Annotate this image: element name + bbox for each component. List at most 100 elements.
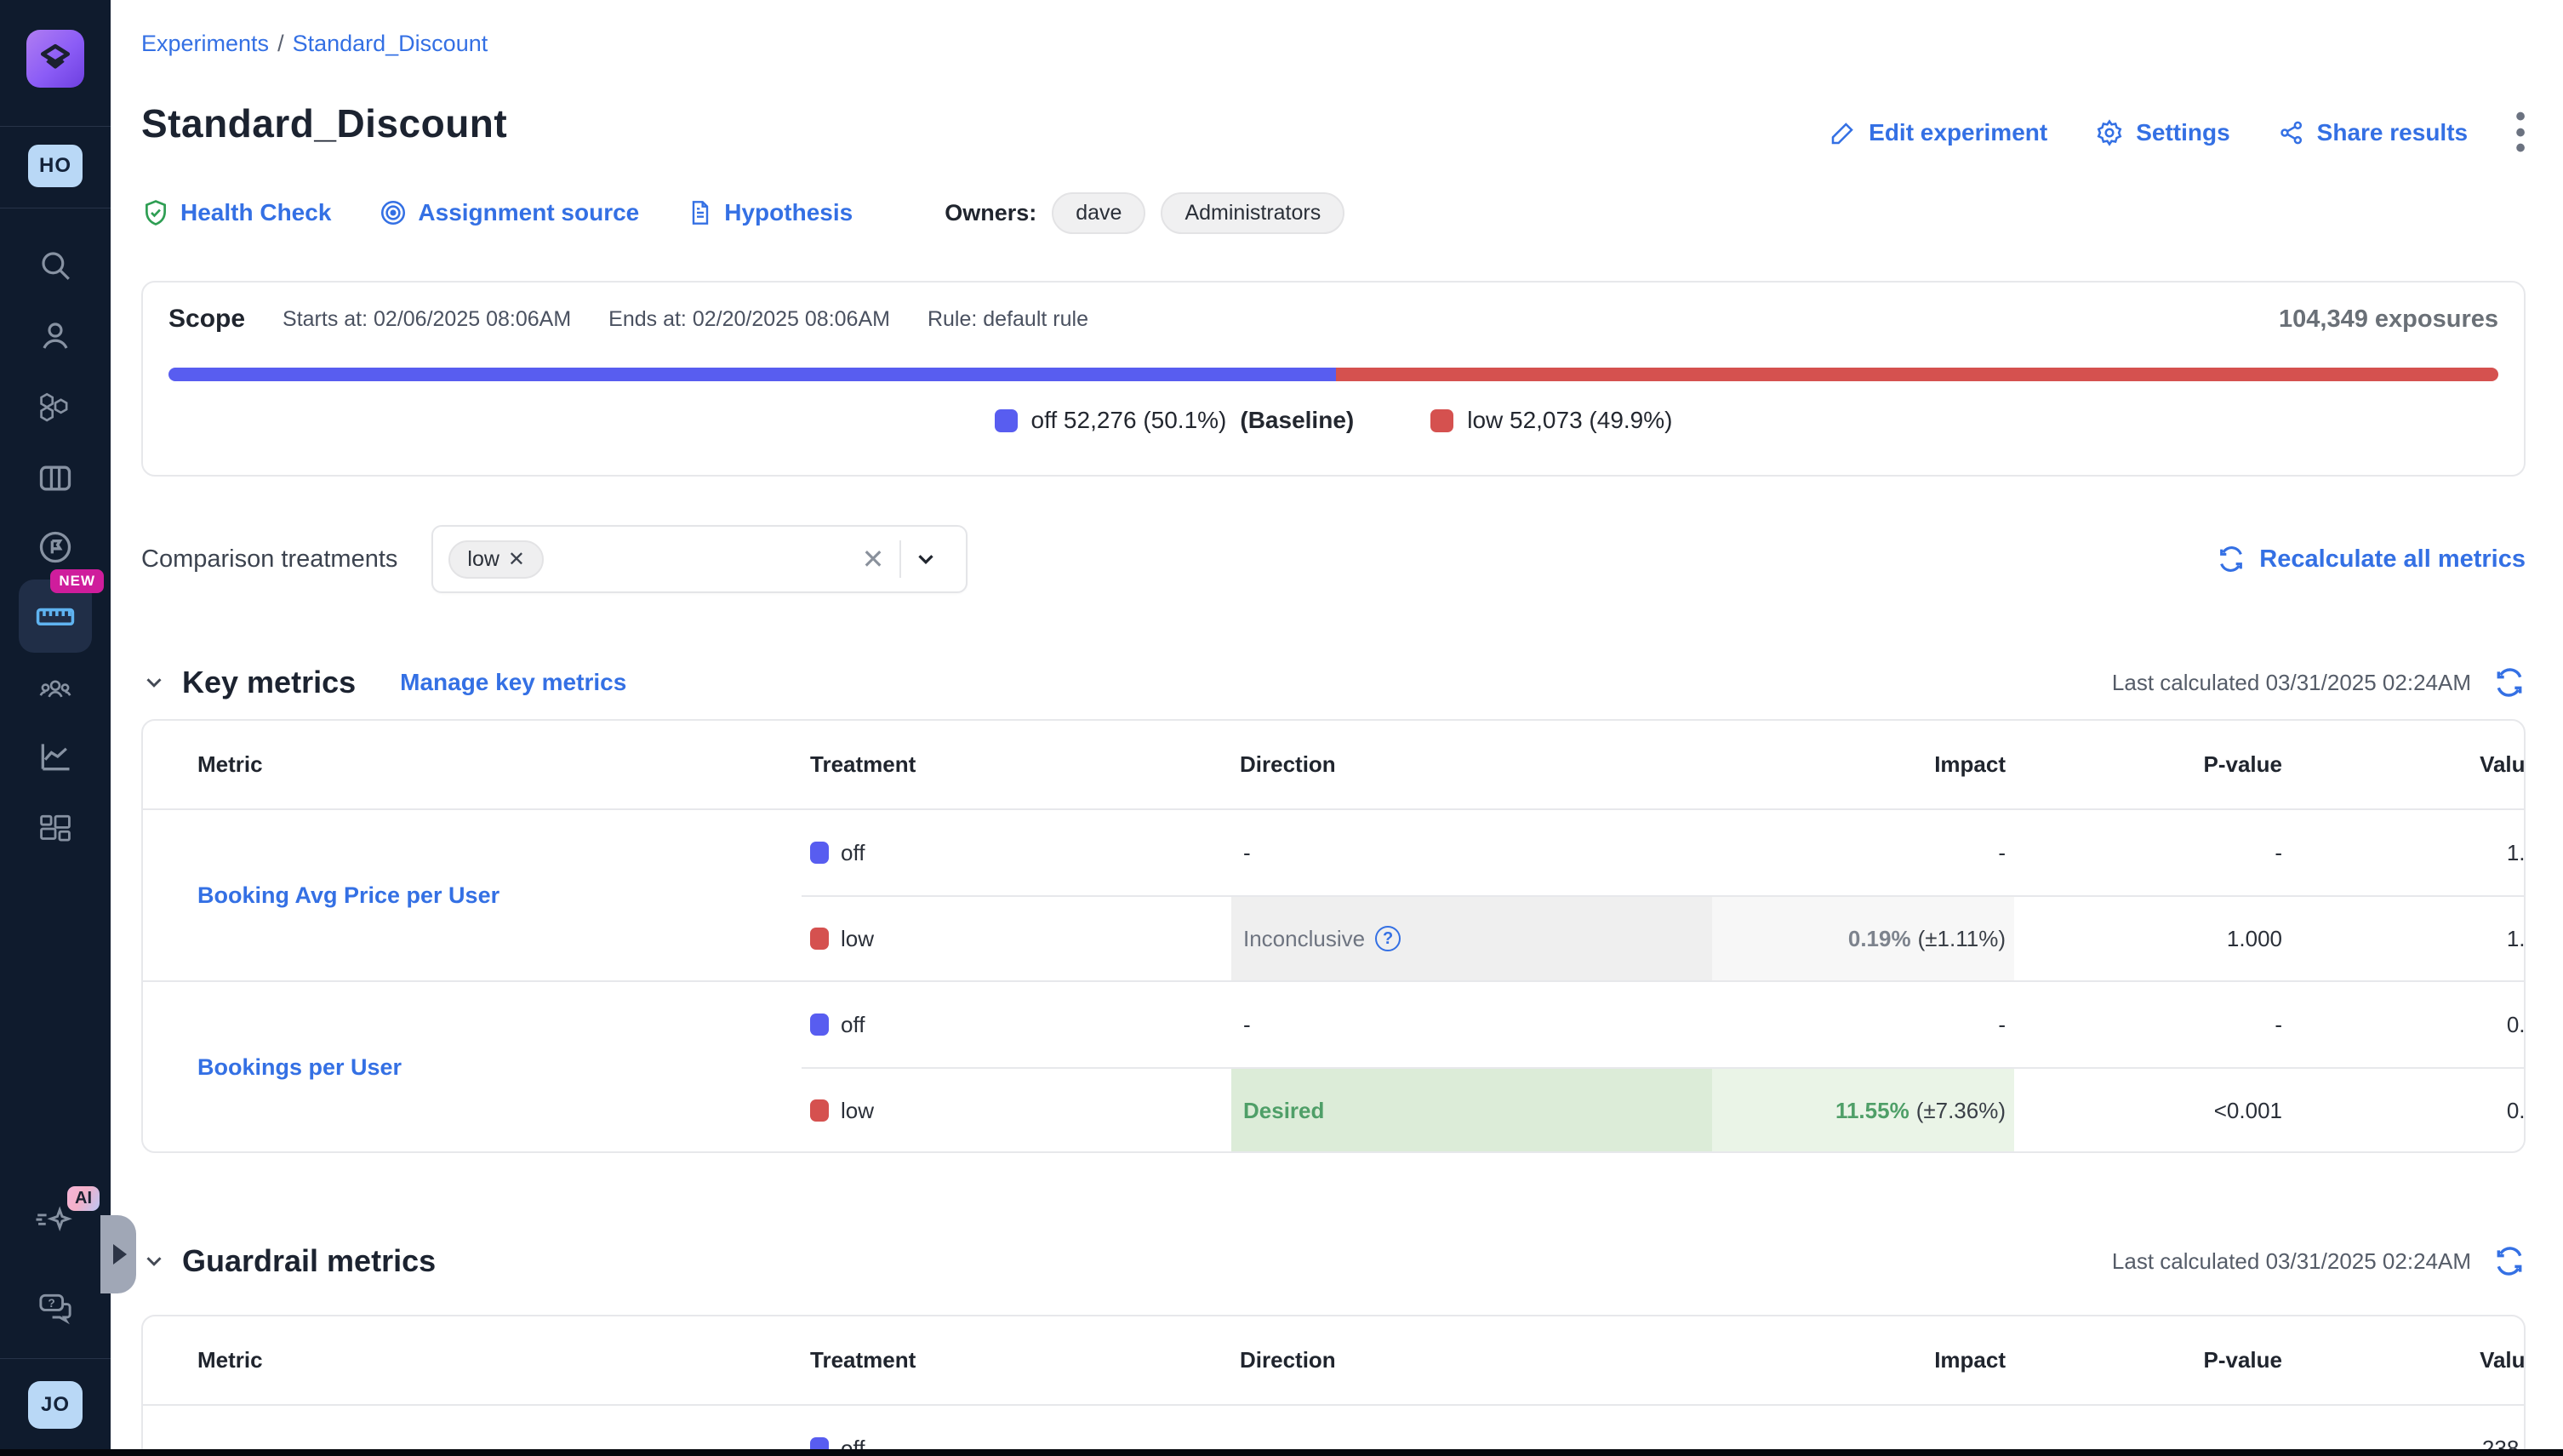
treatment-row-low: lowDesired11.55%(±7.36%)<0.0010.1: [802, 1067, 2526, 1152]
play-flag-icon: [37, 528, 74, 566]
scope-card: Scope Starts at: 02/06/2025 08:06AM Ends…: [141, 281, 2526, 477]
treatment-row-off: off---1.0: [802, 810, 2526, 895]
sidebar-item-search[interactable]: [0, 242, 111, 289]
treatment-cell: off: [802, 810, 1231, 895]
workspace-switcher[interactable]: HO: [0, 136, 111, 196]
collapse-section-icon[interactable]: [141, 670, 167, 695]
owner-chip-administrators[interactable]: Administrators: [1161, 192, 1344, 234]
column-header-treatment: Treatment: [802, 751, 1231, 778]
treatment-name: low: [841, 926, 874, 952]
direction-cell: -: [1231, 982, 1712, 1067]
expand-arrow-icon: [113, 1244, 127, 1265]
settings-label: Settings: [2136, 119, 2229, 146]
sidebar-item-feature-gates[interactable]: [0, 383, 111, 431]
legend-text: low 52,073 (49.9%): [1467, 407, 1672, 434]
share-results-label: Share results: [2317, 119, 2468, 146]
sidebar-item-audiences[interactable]: [0, 665, 111, 712]
pencil-icon: [1829, 119, 1857, 146]
health-check-link[interactable]: Health Check: [141, 198, 331, 227]
sidebar-item-users[interactable]: [0, 312, 111, 360]
help-icon[interactable]: ?: [1375, 926, 1401, 951]
recalculate-all-metrics-button[interactable]: Recalculate all metrics: [2217, 545, 2526, 574]
breadcrumb-experiments[interactable]: Experiments: [141, 31, 269, 56]
share-results-button[interactable]: Share results: [2278, 119, 2468, 146]
user-icon: [37, 318, 73, 354]
comparison-treatments-select[interactable]: low ✕ ✕: [431, 525, 968, 593]
share-icon: [2278, 119, 2305, 146]
allocation-segment-off: [168, 368, 1336, 381]
treatment-name: off: [841, 1012, 865, 1038]
more-menu-button[interactable]: •••: [2515, 109, 2526, 157]
treatment-swatch: [810, 842, 829, 864]
metric-link[interactable]: Bookings per User: [197, 1054, 402, 1081]
impact-cell: -: [1712, 810, 2014, 895]
column-header-direction: Direction: [1231, 1347, 1712, 1373]
key-metrics-header: Key metrics Manage key metrics Last calc…: [141, 657, 2526, 708]
chip-remove-icon[interactable]: ✕: [508, 547, 525, 572]
direction-cell: -: [1231, 810, 1712, 895]
sidebar-item-dynamic-config[interactable]: [0, 454, 111, 502]
metric-row-group: Bookings per Useroff---0.1lowDesired11.5…: [143, 982, 2526, 1152]
clear-all-icon[interactable]: ✕: [847, 543, 900, 575]
refresh-icon[interactable]: [2493, 1245, 2526, 1277]
user-avatar[interactable]: JO: [0, 1375, 111, 1435]
page-title: Standard_Discount: [141, 100, 507, 146]
metric-cell: Booking Avg Price per User: [143, 810, 802, 980]
key-metrics-title: Key metrics: [182, 665, 356, 700]
treatment-row-low: lowInconclusive?0.19%(±1.11%)1.0001.0: [802, 895, 2526, 980]
svg-text:?: ?: [48, 1297, 54, 1310]
treatment-name: off: [841, 840, 865, 866]
statsig-logo-icon: [26, 30, 84, 88]
key-metrics-card: MetricTreatmentDirectionImpactP-valueVal…: [141, 719, 2526, 1153]
column-header-value: Value: [2291, 1347, 2526, 1373]
owner-chip-dave[interactable]: dave: [1052, 192, 1145, 234]
direction-label: -: [1243, 1012, 1251, 1038]
workspace-badge: HO: [28, 145, 83, 187]
manage-key-metrics-link[interactable]: Manage key metrics: [400, 669, 626, 696]
hypothesis-link[interactable]: Hypothesis: [687, 199, 853, 226]
refresh-icon[interactable]: [2493, 666, 2526, 699]
edit-experiment-button[interactable]: Edit experiment: [1829, 119, 2047, 146]
sidebar-item-pulse[interactable]: [0, 523, 111, 571]
treatment-cell: low: [802, 897, 1231, 980]
impact-confidence-interval: (±7.36%): [1916, 1098, 2006, 1124]
legend-item: off 52,276 (50.1%) (Baseline): [995, 407, 1355, 434]
allocation-legend: off 52,276 (50.1%) (Baseline) low 52,073 …: [168, 407, 2498, 434]
sidebar-divider: [0, 126, 111, 127]
impact-value: -: [1998, 840, 2006, 866]
sidebar-item-support[interactable]: ?: [0, 1282, 111, 1333]
legend-swatch: [995, 409, 1018, 432]
key-metrics-last-calculated: Last calculated 03/31/2025 02:24AM: [2112, 670, 2471, 696]
app-logo[interactable]: [0, 29, 111, 89]
owners-label: Owners:: [945, 200, 1036, 226]
guardrail-last-calculated: Last calculated 03/31/2025 02:24AM: [2112, 1248, 2471, 1275]
sidebar-item-ai-assistant[interactable]: AI: [0, 1196, 111, 1248]
collapse-section-icon[interactable]: [141, 1248, 167, 1274]
treatment-chip-label: low: [467, 547, 499, 572]
scope-title: Scope: [168, 305, 245, 334]
recalculate-label: Recalculate all metrics: [2259, 545, 2526, 574]
metric-link[interactable]: Booking Avg Price per User: [197, 882, 499, 909]
assignment-source-link[interactable]: Assignment source: [379, 198, 639, 227]
treatment-swatch: [810, 1013, 829, 1036]
document-icon: [687, 199, 714, 226]
metric-cell: Bookings per User: [143, 982, 802, 1152]
impact-value: 11.55%: [1835, 1098, 1909, 1124]
new-badge: NEW: [50, 569, 104, 593]
settings-button[interactable]: Settings: [2095, 118, 2229, 147]
breadcrumb-current[interactable]: Standard_Discount: [293, 31, 488, 56]
sidebar-item-dashboards[interactable]: [0, 805, 111, 853]
guardrail-metrics-header: Guardrail metrics Last calculated 03/31/…: [141, 1236, 2526, 1287]
treatment-rows: off---1.0lowInconclusive?0.19%(±1.11%)1.…: [802, 810, 2526, 980]
treatment-cell: low: [802, 1069, 1231, 1152]
sidebar-item-experiments-active[interactable]: NEW: [0, 580, 111, 653]
treatment-chip-low[interactable]: low ✕: [448, 540, 544, 579]
guardrail-metrics-title: Guardrail metrics: [182, 1243, 436, 1279]
breadcrumb-separator: /: [277, 31, 284, 56]
sidebar-expand-handle[interactable]: [100, 1215, 136, 1293]
viewport-bottom-edge: [0, 1449, 2563, 1456]
hypothesis-label: Hypothesis: [724, 199, 853, 226]
chevron-down-icon[interactable]: [901, 546, 950, 572]
allocation-bar: [168, 368, 2498, 381]
sidebar-item-metrics[interactable]: [0, 733, 111, 780]
